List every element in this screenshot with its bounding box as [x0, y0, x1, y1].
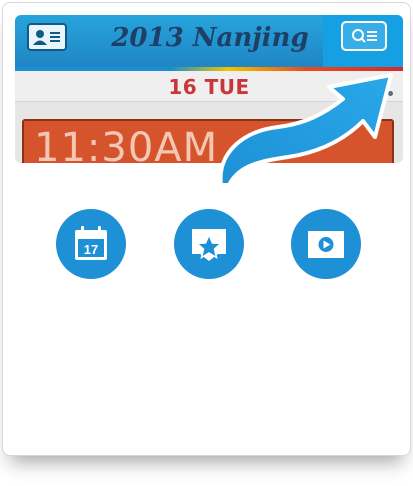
date-label: 16 TUE	[168, 75, 250, 99]
profile-button[interactable]	[27, 23, 67, 51]
page-indicator-dots	[377, 83, 393, 101]
video-button[interactable]	[291, 209, 361, 279]
event-time: 11:30AM	[34, 125, 219, 163]
star-board-icon	[192, 229, 226, 261]
app-title: 2013 Nanjing	[111, 23, 309, 53]
search-list-icon	[352, 29, 377, 43]
app-screen-preview: 2013 Nanjing 16 TUE 11:30AM	[15, 15, 403, 163]
event-block[interactable]: 11:30AM	[22, 119, 394, 163]
search-button[interactable]	[341, 21, 387, 51]
video-play-icon	[308, 231, 344, 258]
calendar-button[interactable]: 17	[56, 209, 126, 279]
contact-card-icon	[33, 30, 60, 45]
calendar-day-number: 17	[84, 242, 98, 257]
calendar-icon: 17	[75, 226, 107, 260]
favorites-button[interactable]	[174, 209, 244, 279]
tutorial-card: 2013 Nanjing 16 TUE 11:30AM 17	[2, 2, 411, 456]
date-bar: 16 TUE	[15, 71, 403, 102]
